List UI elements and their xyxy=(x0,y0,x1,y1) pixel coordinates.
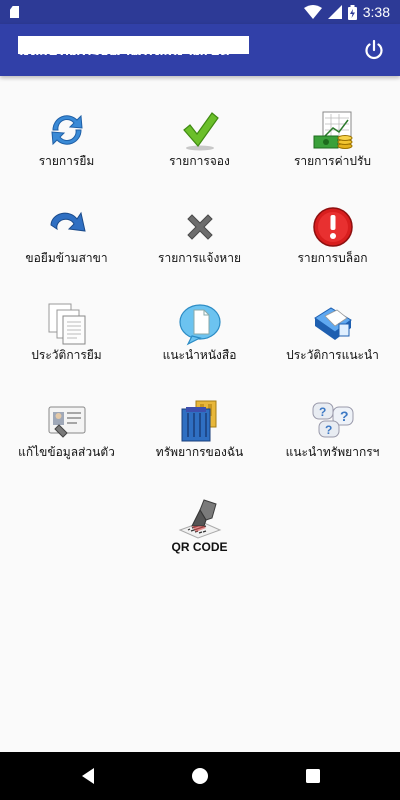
battery-charging-icon xyxy=(347,4,357,20)
alert-circle-icon xyxy=(313,207,353,247)
menu-qr-code[interactable]: QR CODE xyxy=(133,488,266,568)
menu-lost-report[interactable]: รายการแจ้งหาย xyxy=(133,197,266,277)
speech-bubble-document-icon xyxy=(179,304,221,346)
svg-text:?: ? xyxy=(325,423,332,437)
menu-reserve-list[interactable]: รายการจอง xyxy=(133,100,266,180)
svg-text:?: ? xyxy=(319,405,326,419)
menu-recommend-book[interactable]: แนะนำหนังสือ xyxy=(133,294,266,374)
documents-icon xyxy=(48,303,86,345)
svg-text:?: ? xyxy=(340,408,349,424)
power-icon[interactable] xyxy=(362,38,386,62)
menu-borrow-history[interactable]: ประวัติการยืม xyxy=(0,294,133,374)
menu-cross-branch[interactable]: ขอยืมข้ามสาขา xyxy=(0,197,133,277)
back-icon[interactable] xyxy=(78,766,98,786)
title-redaction xyxy=(18,36,249,54)
menu-edit-profile[interactable]: แก้ไขข้อมูลส่วนตัว xyxy=(0,391,133,471)
menu-my-resources[interactable]: ทรัพยากรของฉัน xyxy=(133,391,266,471)
status-bar: 3:38 xyxy=(0,0,400,24)
bookshelf-icon xyxy=(181,400,217,442)
redo-arrow-icon xyxy=(50,211,86,232)
menu-block-list[interactable]: รายการบล็อก xyxy=(266,197,399,277)
menu-fine-list[interactable]: รายการค่าปรับ xyxy=(266,100,399,180)
status-time: 3:38 xyxy=(362,4,390,20)
menu-label: ทรัพยากรของฉัน xyxy=(155,445,244,459)
refresh-arrows-icon xyxy=(51,114,83,146)
menu-label: รายการยืม xyxy=(38,154,95,168)
navigation-bar xyxy=(0,752,400,800)
wifi-icon xyxy=(303,5,322,19)
menu-label: แนะนำหนังสือ xyxy=(162,348,237,362)
menu-label: ประวัติการยืม xyxy=(31,348,102,362)
sd-card-icon xyxy=(10,6,19,18)
menu-recommend-resource[interactable]: ? ? ? แนะนำทรัพยากรฯ xyxy=(266,391,399,471)
menu-label: แก้ไขข้อมูลส่วนตัว xyxy=(18,445,115,459)
menu-recommend-history[interactable]: ประวัติการแนะนำ xyxy=(266,294,399,374)
menu-label: แนะนำทรัพยากรฯ xyxy=(285,445,380,459)
app-bar: ห้องสมุดประชาชนจังหวัดเลย xyxy=(0,24,400,76)
home-icon[interactable] xyxy=(190,766,210,786)
menu-label: ขอยืมข้ามสาขา xyxy=(25,251,108,265)
cell-signal-icon xyxy=(327,5,342,19)
menu-label: รายการจอง xyxy=(169,154,230,168)
id-card-icon xyxy=(48,406,86,438)
money-chart-icon xyxy=(313,111,353,149)
menu-label: QR CODE xyxy=(171,540,228,554)
barcode-scanner-icon xyxy=(178,499,222,539)
recents-icon[interactable] xyxy=(303,766,323,786)
checkmark-icon xyxy=(183,112,219,151)
menu-label: รายการค่าปรับ xyxy=(293,154,372,168)
cross-mark-icon xyxy=(187,214,213,240)
menu-label: รายการแจ้งหาย xyxy=(158,251,241,265)
blue-folder-icon xyxy=(314,307,352,340)
menu-label: รายการบล็อก xyxy=(297,251,368,265)
menu-borrow-list[interactable]: รายการยืม xyxy=(0,100,133,180)
question-bubbles-icon: ? ? ? xyxy=(312,402,354,438)
menu-label: ประวัติการแนะนำ xyxy=(286,348,379,362)
